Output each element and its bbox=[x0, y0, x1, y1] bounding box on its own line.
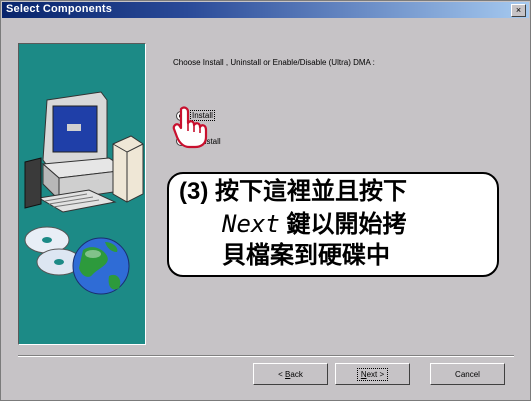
pointing-hand-icon bbox=[172, 106, 208, 149]
callout-line-2: Next 鍵以開始拷 bbox=[222, 211, 406, 238]
globe-illustration bbox=[72, 237, 130, 295]
callout-line-1: (3) 按下這裡並且按下 bbox=[179, 178, 407, 205]
computer-illustration bbox=[24, 91, 144, 213]
callout-next-word: Next bbox=[222, 210, 280, 238]
callout-line-3: 貝檔案到硬碟中 bbox=[222, 242, 390, 269]
setup-illustration bbox=[24, 91, 144, 295]
prompt-text: Choose Install , Uninstall or Enable/Dis… bbox=[173, 58, 375, 67]
close-icon: × bbox=[515, 5, 522, 15]
instruction-callout: (3) 按下這裡並且按下 Next 鍵以開始拷 貝檔案到硬碟中 bbox=[167, 172, 499, 277]
window-title: Select Components bbox=[6, 3, 113, 15]
next-button[interactable]: Next > bbox=[335, 363, 410, 385]
side-illustration-panel bbox=[18, 43, 146, 345]
back-arrow: < bbox=[278, 369, 286, 379]
close-button[interactable]: × bbox=[511, 4, 526, 17]
back-button[interactable]: < Back bbox=[253, 363, 328, 385]
cancel-button[interactable]: Cancel bbox=[430, 363, 505, 385]
button-separator bbox=[18, 355, 514, 357]
next-label: ext bbox=[366, 369, 378, 379]
cancel-label: Cancel bbox=[455, 369, 480, 379]
back-label: ack bbox=[290, 369, 303, 379]
title-bar[interactable]: Select Components × bbox=[2, 2, 529, 18]
setup-dialog: Select Components × Choose Install , Uni… bbox=[0, 0, 531, 401]
next-arrow: > bbox=[377, 369, 385, 379]
callout-line-2-text: 鍵以開始拷 bbox=[286, 211, 407, 238]
